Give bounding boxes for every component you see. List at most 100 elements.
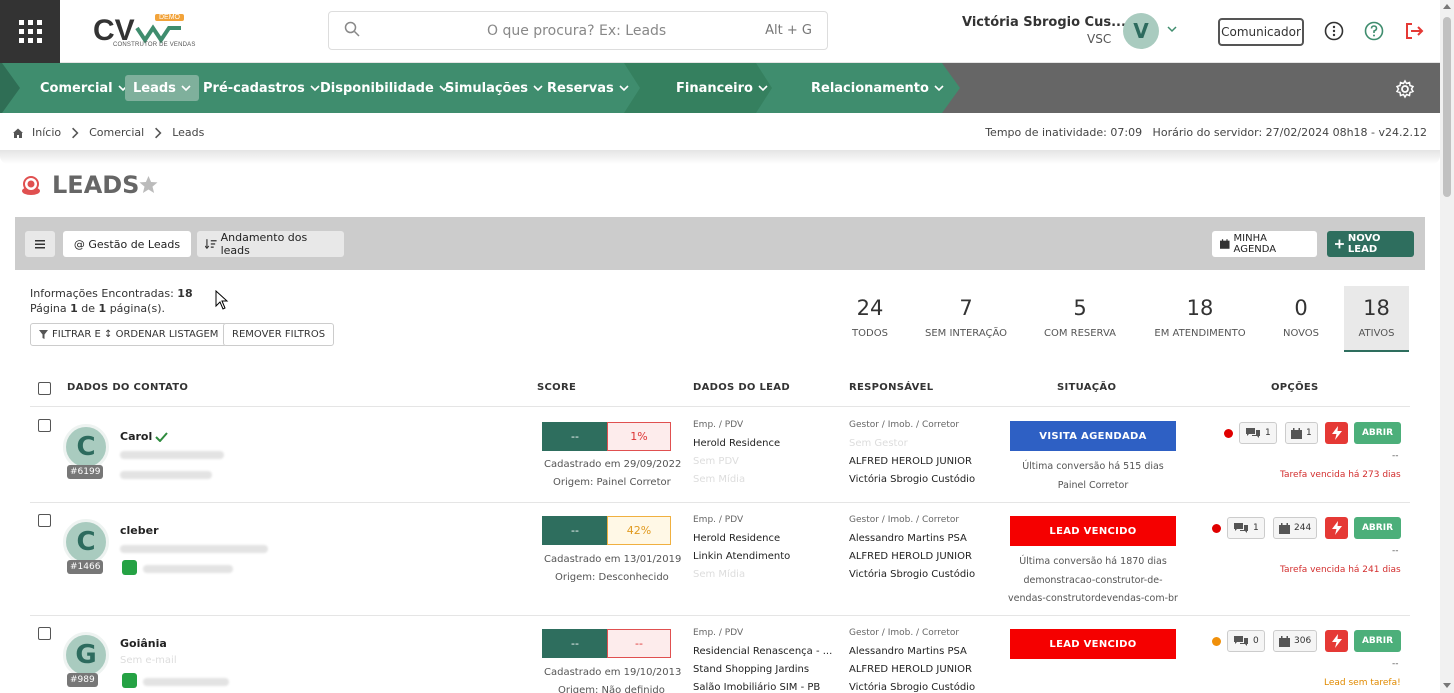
breadcrumb-comercial[interactable]: Comercial: [89, 126, 144, 139]
nav-pre-cadastros[interactable]: Pré-cadastros: [195, 75, 328, 101]
tasks-button[interactable]: 306: [1273, 630, 1318, 652]
responsible-agency: ALFRED HEROLD JUNIOR: [849, 664, 972, 675]
filter-sort-button[interactable]: FILTRAR E ↕ ORDENAR LISTAGEM: [30, 323, 228, 346]
open-lead-button[interactable]: ABRIR: [1354, 517, 1401, 539]
nav-relacionamento[interactable]: Relacionamento: [803, 75, 952, 101]
messages-button[interactable]: 1: [1227, 517, 1265, 539]
chat-icon: [1246, 428, 1260, 438]
contact-name[interactable]: cleber: [120, 524, 159, 537]
results-count: Informações Encontradas: 18: [30, 287, 193, 300]
lightning-icon: [1331, 521, 1342, 535]
apps-menu-button[interactable]: [0, 0, 60, 63]
row-checkbox[interactable]: [38, 627, 51, 640]
main-navigation: Comercial Leads Pré-cadastros Disponibil…: [0, 63, 1440, 113]
select-all-checkbox[interactable]: [38, 382, 51, 395]
scroll-down-arrow[interactable]: [1443, 683, 1451, 688]
top-bar: CV DEMO CONSTRUTOR DE VENDAS O que procu…: [0, 0, 1440, 63]
quick-action-button[interactable]: [1325, 630, 1348, 652]
lead-pdv: Sem PDV: [693, 456, 739, 467]
nav-financeiro[interactable]: Financeiro: [668, 75, 776, 101]
messages-button[interactable]: 0: [1227, 630, 1265, 652]
apps-grid-icon: [18, 20, 42, 43]
calendar-icon: [1220, 239, 1230, 249]
whatsapp-icon[interactable]: [122, 673, 137, 688]
breadcrumb-home[interactable]: Início: [32, 126, 61, 139]
logo-subtitle: CONSTRUTOR DE VENDAS: [113, 42, 196, 48]
col-responsible: RESPONSÁVEL: [849, 382, 934, 393]
lead-label: Emp. / PDV: [693, 420, 744, 430]
page-scrollbar[interactable]: [1440, 0, 1454, 693]
calendar-icon: [1279, 522, 1290, 534]
lead-enterprise: Herold Residence: [693, 438, 781, 449]
open-lead-button[interactable]: ABRIR: [1354, 422, 1401, 444]
status-badge[interactable]: VISITA AGENDADA: [1010, 421, 1176, 451]
stat-todos[interactable]: 24 TODOS: [820, 286, 920, 352]
more-options-icon[interactable]: [1324, 21, 1344, 41]
menu-toggle-button[interactable]: [25, 231, 55, 257]
origin: Origem: Desconhecido: [555, 572, 669, 583]
scroll-thumb[interactable]: [1443, 17, 1451, 197]
tab-gestao-de-leads[interactable]: @ Gestão de Leads: [63, 231, 191, 257]
stat-ativos[interactable]: 18 ATIVOS: [1344, 286, 1409, 352]
favorite-star-icon[interactable]: [138, 175, 159, 195]
lead-enterprise: Residencial Renascença - ...: [693, 646, 833, 657]
quick-action-button[interactable]: [1325, 422, 1348, 444]
calendar-icon: [1279, 635, 1290, 647]
stat-com-reserva[interactable]: 5 COM RESERVA: [1030, 286, 1130, 352]
leads-target-icon: [22, 176, 40, 195]
remove-filters-button[interactable]: REMOVER FILTROS: [223, 323, 335, 346]
nav-comercial[interactable]: Comercial: [32, 75, 136, 101]
contact-name[interactable]: Goiânia: [120, 637, 167, 650]
user-avatar[interactable]: V: [1123, 13, 1159, 49]
score-percent: 1%: [607, 422, 671, 451]
nav-simulacoes[interactable]: Simulações: [437, 75, 551, 101]
server-info: Tempo de inatividade: 07:09 Horário do s…: [985, 126, 1427, 139]
new-lead-button[interactable]: NOVO LEAD: [1327, 231, 1414, 257]
mouse-cursor-icon: [215, 290, 229, 310]
gear-icon[interactable]: [1395, 79, 1415, 99]
stat-em-atendimento[interactable]: 18 EM ATENDIMENTO: [1150, 286, 1250, 352]
chevron-down-icon[interactable]: [1167, 24, 1177, 34]
status-badge[interactable]: LEAD VENCIDO: [1010, 629, 1176, 659]
nav-leads[interactable]: Leads: [125, 75, 199, 101]
responsible-agency: ALFRED HEROLD JUNIOR: [849, 551, 972, 562]
open-lead-button[interactable]: ABRIR: [1354, 630, 1401, 652]
global-search[interactable]: O que procura? Ex: Leads Alt + G: [328, 11, 828, 50]
whatsapp-icon[interactable]: [122, 560, 137, 575]
stat-sem-interacao[interactable]: 7 SEM INTERAÇÃO: [916, 286, 1016, 352]
chevron-right-icon: [155, 127, 162, 138]
col-score: SCORE: [537, 382, 577, 393]
breadcrumb: Início Comercial Leads: [12, 126, 204, 139]
responsible-label: Gestor / Imob. / Corretor: [849, 515, 960, 525]
conversion-source-cont: vendas-construtordevendas-com-br: [1008, 593, 1178, 604]
responsible-label: Gestor / Imob. / Corretor: [849, 628, 960, 638]
row-checkbox[interactable]: [38, 514, 51, 527]
stat-novos[interactable]: 0 NOVOS: [1251, 286, 1351, 352]
help-icon[interactable]: [1364, 21, 1384, 41]
quick-action-button[interactable]: [1325, 517, 1348, 539]
lead-media: Salão Imobiliário SIM - PB: [693, 682, 821, 693]
responsible-broker: Victória Sbrogio Custódio: [849, 474, 976, 485]
messages-button[interactable]: 1: [1239, 422, 1277, 444]
status-dot: [1212, 637, 1221, 646]
tasks-button[interactable]: 1: [1285, 422, 1318, 444]
nav-disponibilidade[interactable]: Disponibilidade: [312, 75, 457, 101]
origin: Origem: Painel Corretor: [553, 477, 671, 488]
logout-icon[interactable]: [1404, 21, 1424, 41]
tasks-button[interactable]: 244: [1273, 517, 1318, 539]
status-badge[interactable]: LEAD VENCIDO: [1010, 516, 1176, 546]
chevron-down-icon: [934, 85, 944, 92]
search-shortcut: Alt + G: [765, 23, 812, 38]
row-checkbox[interactable]: [38, 419, 51, 432]
communicator-button[interactable]: Comunicador: [1218, 18, 1304, 46]
my-agenda-button[interactable]: MINHA AGENDA: [1212, 231, 1317, 257]
scroll-up-arrow[interactable]: [1443, 4, 1451, 9]
col-contact: DADOS DO CONTATO: [67, 382, 189, 393]
nav-reservas[interactable]: Reservas: [539, 75, 637, 101]
tab-andamento-dos-leads[interactable]: Andamento dos leads: [197, 231, 344, 257]
lightning-icon: [1331, 426, 1342, 440]
responsible-manager: Alessandro Martins PSA: [849, 533, 967, 544]
contact-id: #1466: [67, 560, 104, 574]
user-name[interactable]: Victória Sbrogio Cus...: [962, 15, 1126, 30]
contact-name[interactable]: Carol: [120, 430, 169, 443]
